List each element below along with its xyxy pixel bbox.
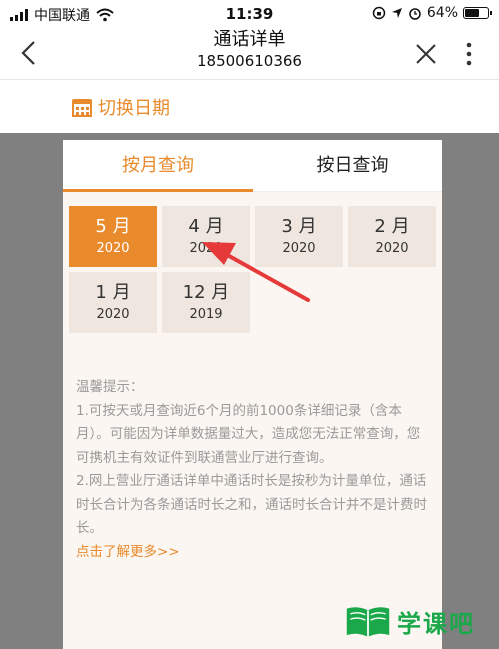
month-option[interactable]: 3 月 2020 <box>255 206 343 267</box>
learn-more-link[interactable]: 点击了解更多>> <box>76 541 428 565</box>
book-logo-icon <box>346 607 390 637</box>
status-right: 64% <box>372 5 492 21</box>
month-label: 5 月 <box>95 216 131 237</box>
location-icon <box>391 8 402 18</box>
year-label: 2020 <box>96 241 130 256</box>
month-option[interactable]: 1 月 2020 <box>69 272 157 333</box>
month-option[interactable]: 2 月 2020 <box>348 206 436 267</box>
tab-month-query[interactable]: 按月查询 <box>63 140 253 192</box>
watermark-logo: 学课吧 <box>345 598 495 644</box>
battery-icon <box>463 7 492 19</box>
year-label: 2020 <box>282 241 316 256</box>
month-option[interactable]: 5 月 2020 <box>69 206 157 267</box>
tab-day-query[interactable]: 按日查询 <box>263 140 442 192</box>
date-switch-label: 切换日期 <box>98 98 170 119</box>
query-tabs: 按月查询 按日查询 <box>63 140 442 192</box>
close-icon[interactable] <box>415 43 437 65</box>
logo-text: 学课吧 <box>397 609 475 638</box>
date-picker-modal: 按月查询 按日查询 5 月 2020 4 月 2020 3 月 2020 2 月… <box>63 140 442 649</box>
year-label: 2020 <box>96 307 130 322</box>
nav-bar: 通话详单 18500610366 <box>0 28 499 80</box>
alarm-icon <box>409 8 421 20</box>
date-switch-button[interactable]: 切换日期 <box>0 81 499 133</box>
month-label: 4 月 <box>188 216 224 237</box>
year-label: 2019 <box>189 307 223 322</box>
month-option[interactable]: 4 月 2020 <box>162 206 250 267</box>
tips-section: 温馨提示： 1.可按天或月查询近6个月的前1000条详细记录（含本月）。可能因为… <box>76 376 428 564</box>
year-label: 2020 <box>375 241 409 256</box>
month-label: 3 月 <box>281 216 317 237</box>
battery-percent: 64% <box>426 5 458 21</box>
year-label: 2020 <box>189 241 223 256</box>
calendar-icon <box>72 97 92 117</box>
status-bar: 中国联通 11:39 64% <box>0 0 499 28</box>
month-label: 12 月 <box>182 282 230 303</box>
lock-rotation-icon <box>372 6 386 20</box>
more-vertical-icon[interactable] <box>465 42 473 66</box>
tips-title: 温馨提示： <box>76 379 144 395</box>
tips-item: 2.网上营业厅通话详单中通话时长是按秒为计量单位，通话时长合计为各条通话时长之和… <box>76 473 427 536</box>
tips-item: 1.可按天或月查询近6个月的前1000条详细记录（含本月）。可能因为详单数据量过… <box>76 402 421 466</box>
month-option[interactable]: 12 月 2019 <box>162 272 250 333</box>
month-label: 1 月 <box>95 282 131 303</box>
month-label: 2 月 <box>374 216 410 237</box>
